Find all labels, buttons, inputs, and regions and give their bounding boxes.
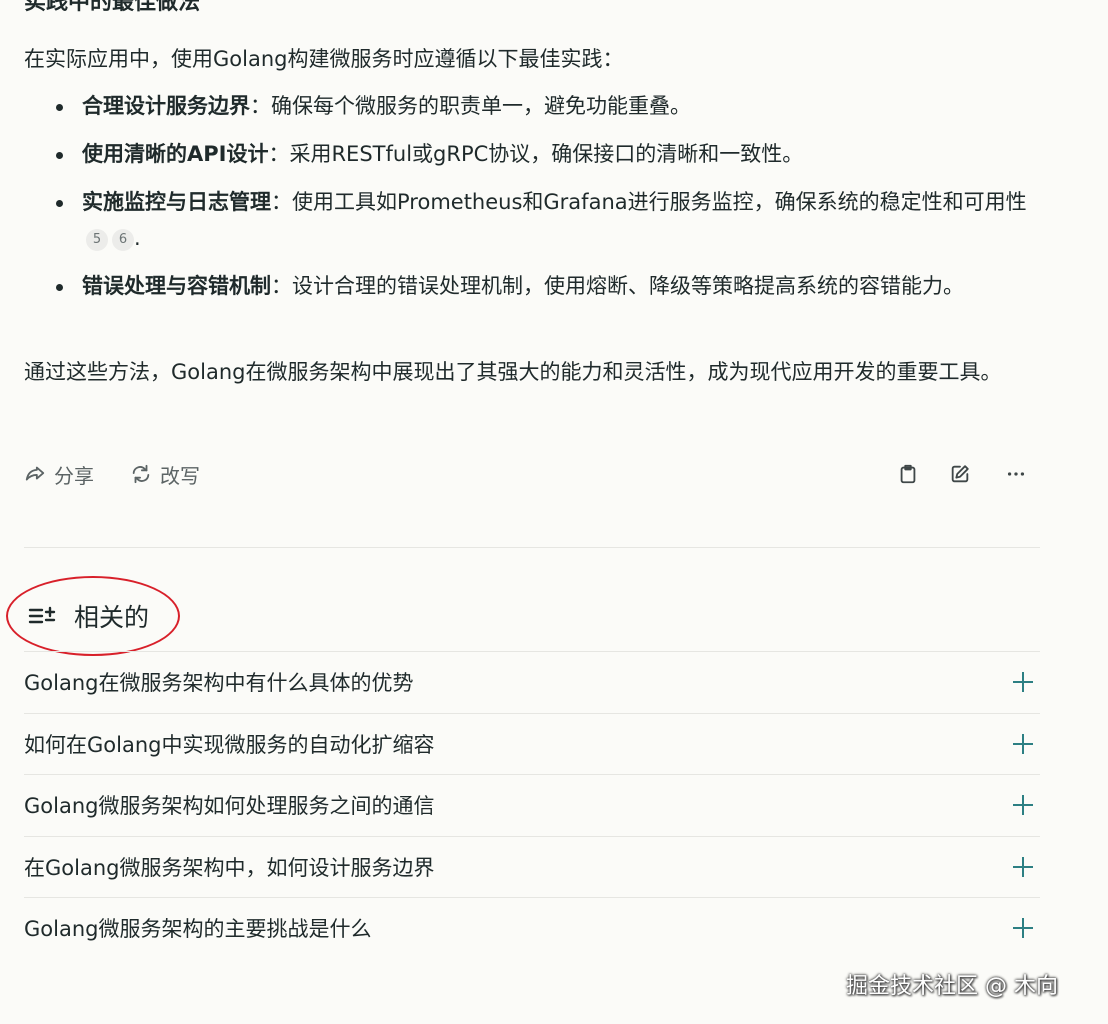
watermark: 掘金技术社区 @ 木向	[846, 974, 1058, 999]
share-label: 分享	[54, 463, 94, 488]
practice-item: 合理设计服务边界：确保每个微服务的职责单一，避免功能重叠。	[24, 88, 1034, 124]
related-question-text: Golang微服务架构如何处理服务之间的通信	[24, 794, 435, 819]
related-question-item[interactable]: 如何在Golang中实现微服务的自动化扩缩容	[24, 712, 1040, 775]
copy-icon	[900, 464, 916, 484]
citation-badge[interactable]: 5	[86, 229, 108, 251]
related-question-item[interactable]: Golang在微服务架构中有什么具体的优势	[24, 651, 1040, 713]
share-icon	[25, 466, 45, 481]
practice-title: 合理设计服务边界	[82, 94, 250, 118]
answer-action-bar: 分享 改写	[24, 456, 1040, 492]
related-questions-list: Golang在微服务架构中有什么具体的优势 如何在Golang中实现微服务的自动…	[24, 651, 1040, 959]
related-list-icon	[28, 606, 56, 624]
citation-badge[interactable]: 6	[112, 229, 134, 251]
practice-item: 错误处理与容错机制：设计合理的错误处理机制，使用熔断、降级等策略提高系统的容错能…	[24, 268, 1034, 304]
conclusion-paragraph: 通过这些方法，Golang在微服务架构中展现出了其强大的能力和灵活性，成为现代应…	[24, 360, 1002, 384]
related-question-item[interactable]: Golang微服务架构的主要挑战是什么	[24, 897, 1040, 959]
practice-text: ：使用工具如Prometheus和Grafana进行服务监控，确保系统的稳定性和…	[271, 190, 1027, 214]
bullet-dot	[56, 284, 63, 291]
practice-text: ：设计合理的错误处理机制，使用熔断、降级等策略提高系统的容错能力。	[271, 274, 964, 298]
practice-item: 使用清晰的API设计：采用RESTful或gRPC协议，确保接口的清晰和一致性。	[24, 136, 1034, 172]
practice-title: 错误处理与容错机制	[82, 274, 271, 298]
related-question-item[interactable]: Golang微服务架构如何处理服务之间的通信	[24, 774, 1040, 836]
practice-item: 实施监控与日志管理：使用工具如Prometheus和Grafana进行服务监控，…	[24, 184, 1034, 256]
plus-icon[interactable]	[1012, 733, 1034, 755]
edit-button[interactable]	[946, 460, 974, 488]
related-header: 相关的	[28, 594, 149, 638]
related-question-item[interactable]: 在Golang微服务架构中，如何设计服务边界	[24, 835, 1040, 898]
rewrite-button[interactable]: 改写	[130, 456, 200, 492]
related-question-text: 如何在Golang中实现微服务的自动化扩缩容	[24, 732, 435, 757]
related-question-text: 在Golang微服务架构中，如何设计服务边界	[24, 855, 435, 880]
practice-title: 使用清晰的API设计	[82, 142, 269, 166]
practice-tail: .	[134, 226, 141, 250]
rewrite-label: 改写	[160, 463, 200, 488]
edit-icon	[951, 465, 969, 483]
bullet-dot	[56, 104, 63, 111]
section-divider	[24, 547, 1040, 548]
rewrite-icon	[132, 464, 150, 484]
share-button[interactable]: 分享	[24, 456, 94, 492]
related-question-text: Golang在微服务架构中有什么具体的优势	[24, 671, 414, 696]
practice-text: ：确保每个微服务的职责单一，避免功能重叠。	[250, 94, 691, 118]
intro-paragraph: 在实际应用中，使用Golang构建微服务时应遵循以下最佳实践：	[24, 47, 624, 71]
plus-icon[interactable]	[1012, 917, 1034, 939]
practices-list: 合理设计服务边界：确保每个微服务的职责单一，避免功能重叠。 使用清晰的API设计…	[24, 88, 1034, 316]
section-heading: 实践中的最佳做法	[24, 0, 201, 15]
plus-icon[interactable]	[1012, 671, 1034, 693]
related-question-text: Golang微服务架构的主要挑战是什么	[24, 917, 372, 942]
plus-icon[interactable]	[1012, 856, 1034, 878]
more-icon	[1007, 472, 1025, 476]
plus-icon[interactable]	[1012, 794, 1034, 816]
copy-button[interactable]	[894, 460, 922, 488]
related-title: 相关的	[74, 603, 150, 632]
practice-text: ：采用RESTful或gRPC协议，确保接口的清晰和一致性。	[268, 142, 804, 166]
bullet-dot	[56, 200, 63, 207]
more-button[interactable]	[1002, 460, 1030, 488]
bullet-dot	[56, 152, 63, 159]
practice-title: 实施监控与日志管理	[82, 190, 271, 214]
